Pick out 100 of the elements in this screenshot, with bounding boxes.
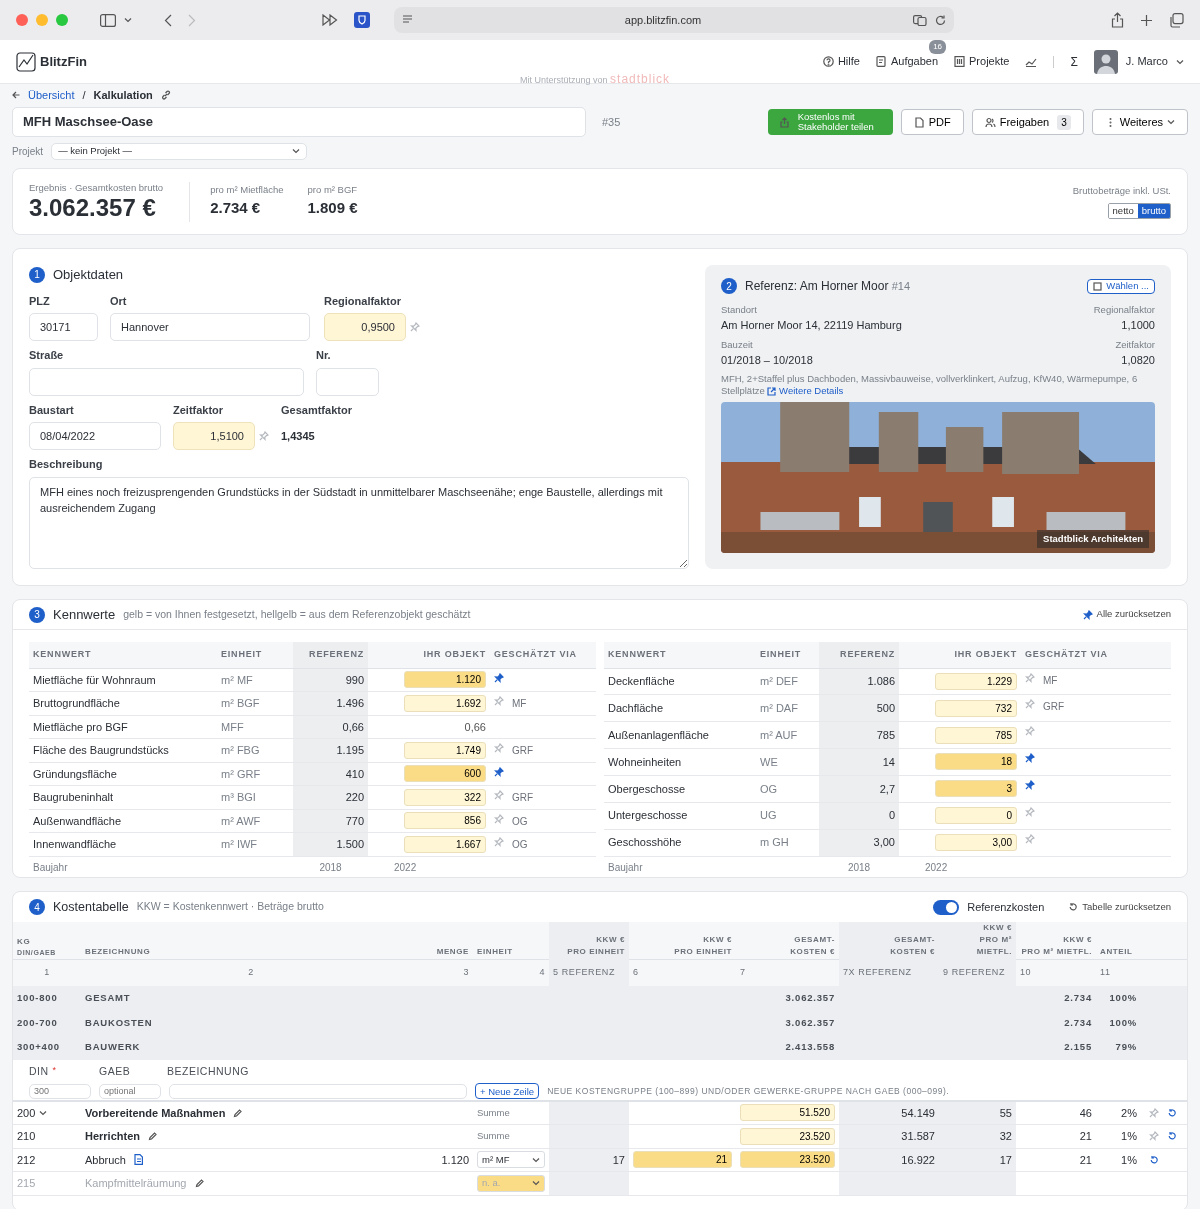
kennwert-name: Fläche des Baugrundstücks [29, 738, 217, 762]
tabs-icon[interactable] [1169, 12, 1184, 28]
pin-icon[interactable] [1025, 779, 1035, 790]
new-row-button[interactable]: + Neue Zeile [475, 1083, 540, 1100]
value-field[interactable]: 785 [935, 726, 1017, 744]
unit-select[interactable]: m² MF [477, 1151, 545, 1169]
chart-line-icon[interactable] [1025, 56, 1038, 67]
details-link[interactable]: Weitere Details [767, 385, 844, 397]
factor-field[interactable]: 0,9500 [324, 313, 406, 341]
url-text[interactable]: app.blitzfin.com [624, 11, 702, 29]
value-field[interactable]: 856 [404, 812, 486, 830]
window-close-button[interactable] [16, 14, 28, 26]
reset-table-link[interactable]: Tabelle zurücksetzen [1068, 899, 1171, 915]
reset-icon [1068, 902, 1079, 912]
chevron-down-icon [124, 17, 132, 23]
pin-icon[interactable] [494, 766, 504, 777]
reset-icon[interactable] [1167, 1131, 1177, 1142]
pin-icon[interactable] [494, 672, 504, 683]
users-icon [984, 116, 996, 128]
column-number: 6 [633, 966, 639, 980]
share-icon[interactable] [1111, 12, 1124, 28]
mode-toggle[interactable]: brutto [1137, 203, 1170, 218]
total-field[interactable]: 51.520 [740, 1104, 835, 1122]
value-field[interactable]: 1.667 [404, 835, 486, 853]
back-arrow-icon[interactable] [12, 91, 20, 99]
pdf-button[interactable]: PDF [900, 109, 964, 135]
value-field[interactable]: 3 [935, 780, 1017, 798]
din-label: DIN [29, 1063, 49, 1079]
value-field[interactable]: 1.229 [935, 672, 1017, 690]
value-field[interactable]: 0 [935, 807, 1017, 825]
street-field[interactable] [29, 367, 304, 396]
number-field[interactable] [316, 367, 379, 396]
footer-value: 2018 [293, 856, 368, 878]
plus-icon[interactable] [1140, 13, 1153, 27]
name-field[interactable] [169, 1083, 467, 1099]
nav-link[interactable]: Projekte [954, 53, 1010, 70]
reload-icon[interactable] [935, 14, 946, 26]
reset-all-link[interactable]: Alle zurücksetzen [1082, 607, 1171, 622]
sigma-button[interactable]: Σ [1070, 52, 1078, 71]
description-field[interactable]: MFH eines noch freizusprengenden Grundstücks in der Südstadt in unmittelbarer Maschseenähe; enge Baustelle, allerdings mit ausreichendem Zugang [29, 476, 689, 569]
link-icon[interactable] [160, 90, 171, 100]
factor-field[interactable]: 1,5100 [173, 422, 255, 450]
column-number: 2 [248, 966, 254, 980]
total-field[interactable]: 23.520 [740, 1151, 835, 1169]
sidebar-icon[interactable] [100, 13, 116, 27]
project-number: #35 [602, 114, 621, 130]
value-field[interactable]: 732 [935, 699, 1017, 717]
breadcrumb-link[interactable]: Übersicht [28, 86, 75, 104]
date-field[interactable]: 08/04/2022 [29, 422, 161, 450]
share-value: 2% [1121, 1105, 1137, 1121]
chevron-down-icon[interactable] [39, 1109, 48, 1116]
kg-cell-text: 100-800 [16, 991, 59, 1006]
pencil-icon[interactable] [233, 1107, 244, 1118]
footer-value: 2022 [899, 856, 1021, 878]
back-icon[interactable] [164, 13, 172, 27]
kennwert-name: Außenanlagenfläche [604, 721, 756, 749]
pencil-icon[interactable] [194, 1178, 205, 1189]
user-name[interactable]: J. Marco [1125, 53, 1168, 70]
avatar[interactable] [1093, 49, 1118, 74]
column-header: GESAMT- [793, 934, 835, 946]
nav-link[interactable]: Hilfe [822, 53, 860, 70]
shield-icon[interactable] [354, 12, 370, 28]
din-field[interactable]: 300 [29, 1083, 91, 1099]
document-icon[interactable] [134, 1154, 143, 1166]
kg-code: 200 [17, 1105, 36, 1121]
nav-link[interactable]: Aufgaben [875, 53, 939, 70]
choose-button[interactable]: Wählen ... [1087, 278, 1155, 294]
gaeb-field[interactable]: optional [99, 1083, 161, 1099]
column-number: 11 [1100, 966, 1111, 980]
plz-field[interactable]: 30171 [29, 313, 98, 341]
city-field[interactable]: Hannover [110, 313, 310, 341]
fast-forward-icon[interactable] [322, 14, 338, 26]
title-field[interactable]: MFH Maschsee-Oase [12, 107, 586, 137]
unit-text: Summe [477, 1105, 510, 1120]
toggle-switch[interactable] [933, 899, 960, 915]
value-field[interactable]: 1.749 [404, 741, 486, 759]
value-field[interactable]: 600 [404, 765, 486, 783]
project-select[interactable]: — kein Projekt — [51, 142, 308, 160]
unit-cost-field[interactable]: 21 [633, 1151, 732, 1169]
reset-icon[interactable] [1149, 1154, 1159, 1165]
value-field[interactable]: 1.120 [404, 671, 486, 689]
brand-name: BlitzFin [40, 52, 87, 71]
pin-icon[interactable] [1025, 753, 1035, 764]
reset-icon[interactable] [1167, 1107, 1177, 1118]
value-field[interactable]: 18 [935, 753, 1017, 771]
reference-value: 55 [939, 1101, 1016, 1124]
value-field[interactable]: 3,00 [935, 834, 1017, 852]
value-field[interactable]: 322 [404, 788, 486, 806]
value-field[interactable]: 1.692 [404, 694, 486, 712]
total-field[interactable]: 23.520 [740, 1127, 835, 1145]
column-header: PRO M² MIETFL. [1020, 946, 1092, 958]
pencil-icon[interactable] [148, 1131, 159, 1142]
reference-value: 0 [819, 802, 899, 830]
reference-value: 32 [939, 1125, 1016, 1148]
shares-button[interactable]: Freigaben 3 [971, 109, 1084, 135]
more-button[interactable]: Weiteres [1091, 109, 1188, 135]
column-header: PRO M² MIETFL. [975, 934, 1012, 958]
hint-text: NEUE KOSTENGRUPPE (100–899) UND/ODER GEWERKE-GRUPPE NACH GAEB (000–099). [547, 1084, 950, 1098]
external-link-icon [767, 387, 777, 397]
share-cell-text: 100% [1108, 991, 1138, 1006]
